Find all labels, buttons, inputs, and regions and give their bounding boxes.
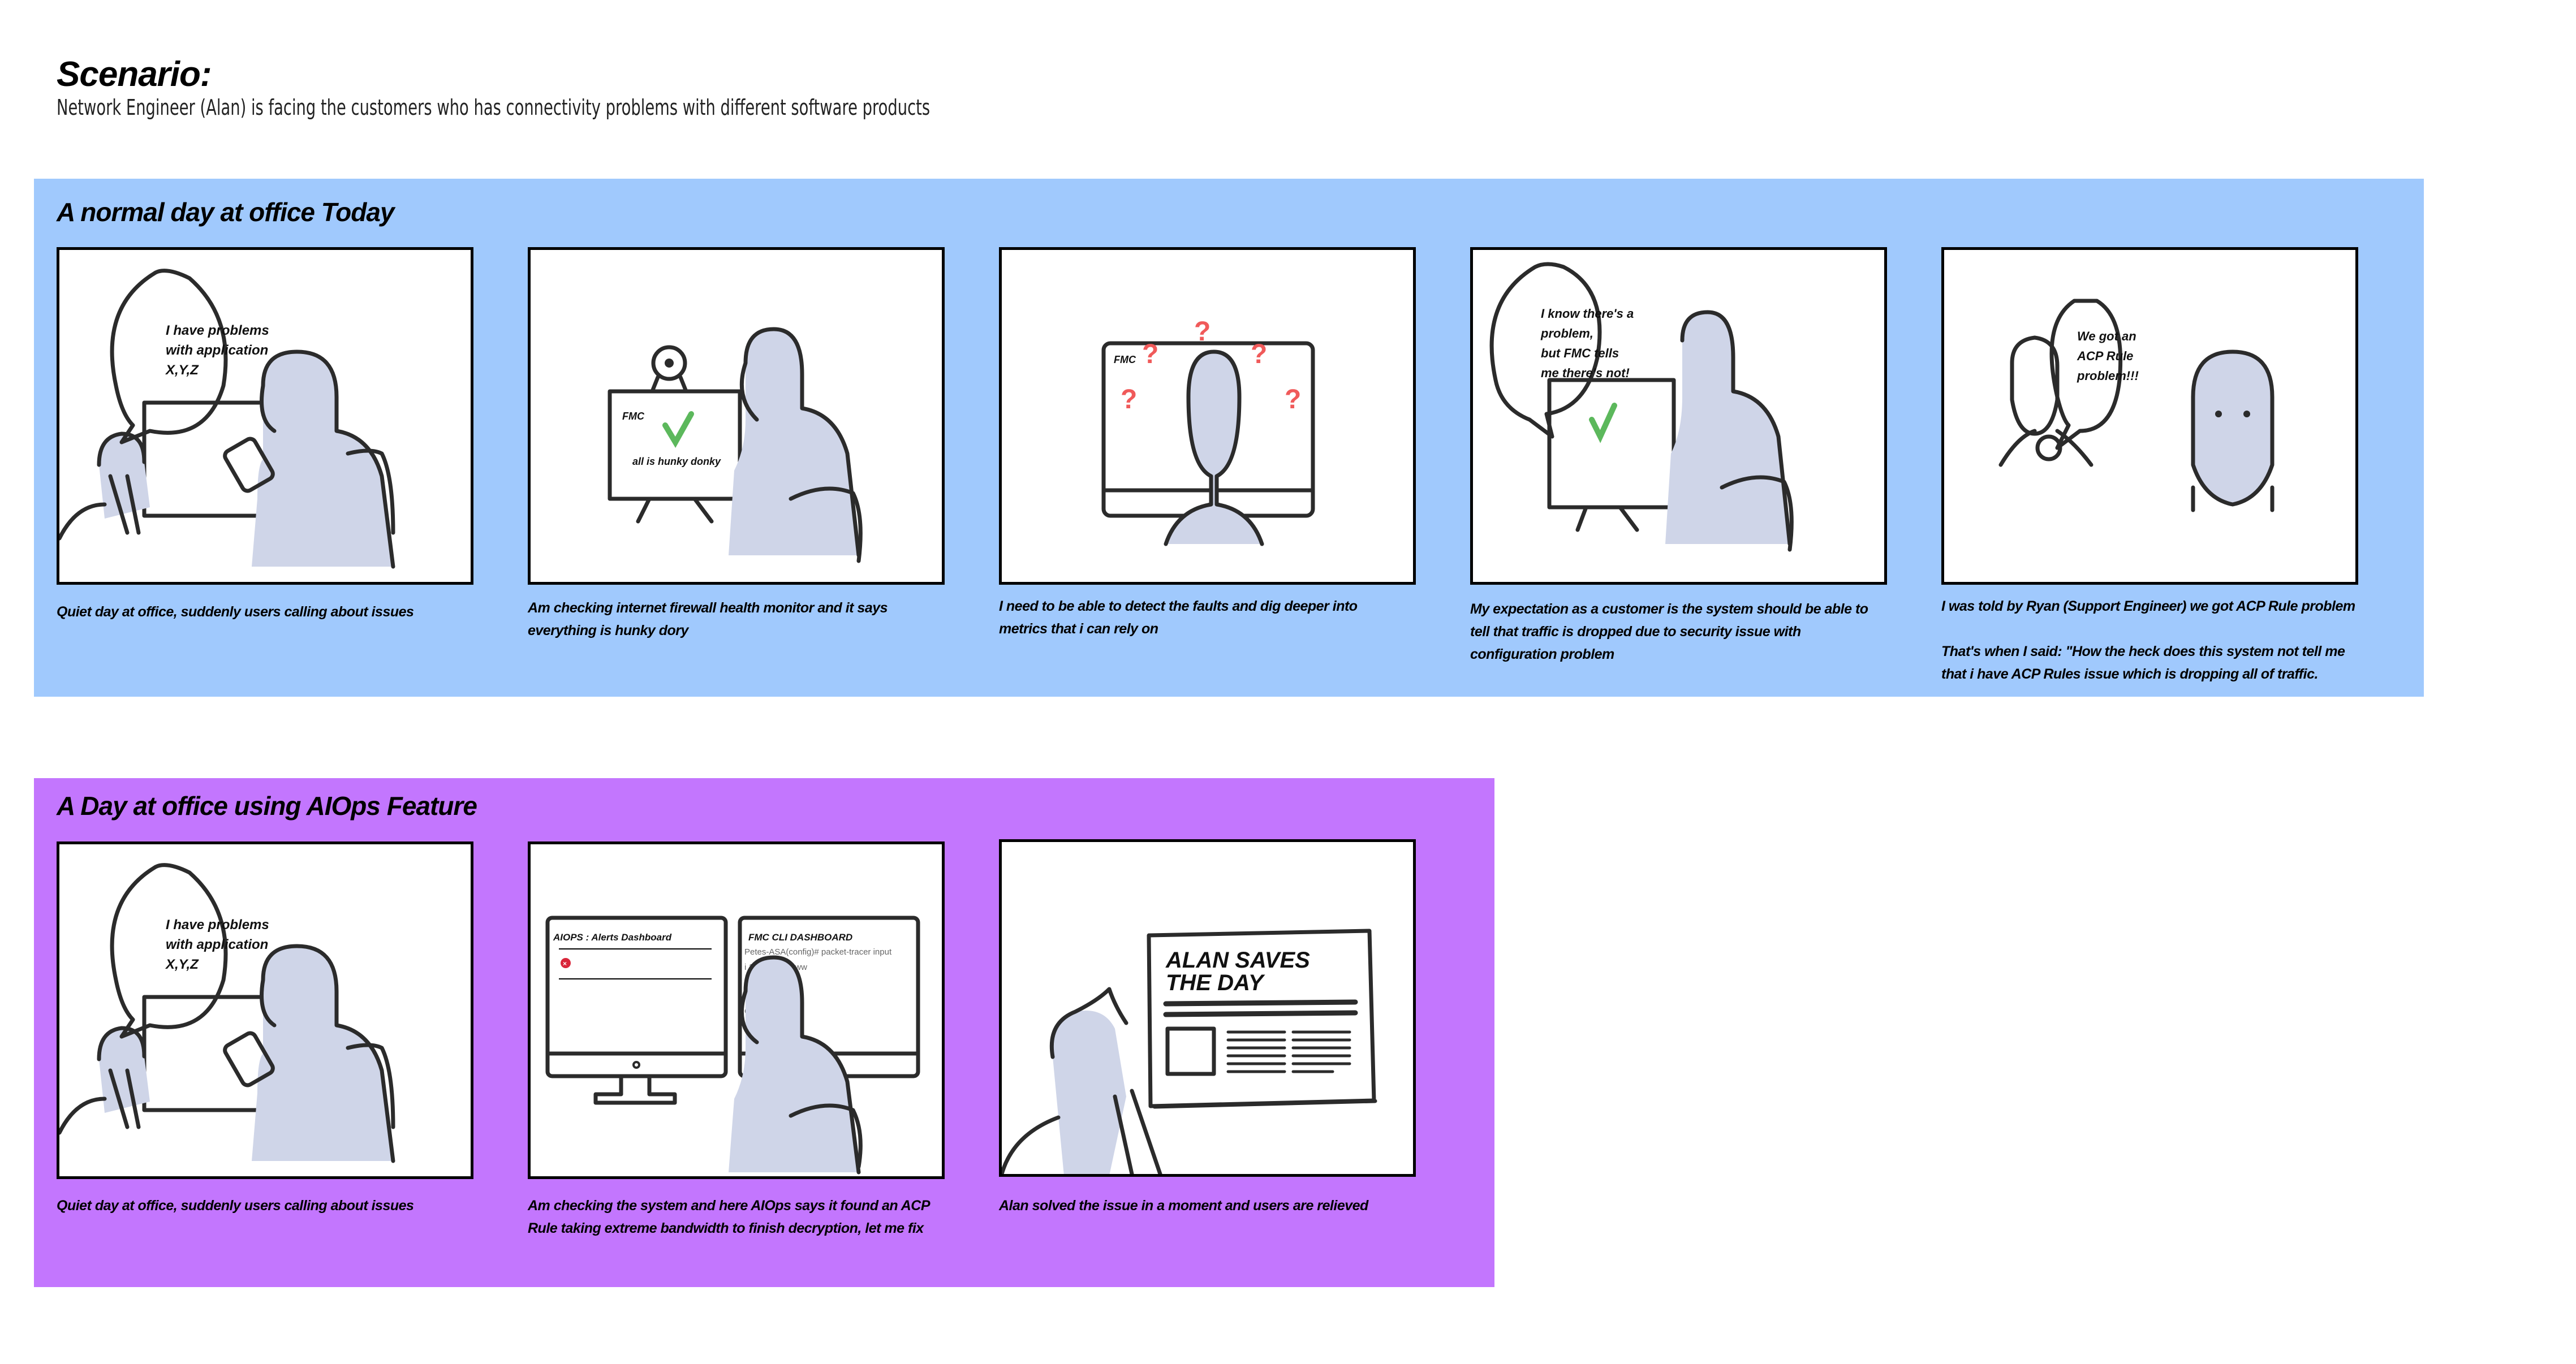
frustrated-customer-illustration: I know there's a problem, but FMC tells …	[1489, 262, 1794, 552]
storyboard-panel-7: AIOPS : Alerts Dashboard × FMC CLI DASHB…	[528, 841, 945, 1179]
alan-face-shade	[2193, 352, 2272, 504]
bubble-line: ACP Rule	[2077, 349, 2133, 363]
checkmark-icon	[1589, 403, 1617, 443]
section-title: A normal day at office Today	[57, 197, 395, 227]
storyboard-panel-1: I have problems with application X,Y,Z	[57, 247, 473, 585]
bubble-line: X,Y,Z	[165, 362, 199, 378]
bubble-line: X,Y,Z	[165, 957, 199, 972]
newspaper-illustration: ALAN SAVES THE DAY	[1002, 929, 1377, 1174]
svg-text:?: ?	[1285, 385, 1301, 415]
storyboard-panel-4: I know there's a problem, but FMC tells …	[1470, 247, 1887, 585]
headline-line: THE DAY	[1166, 970, 1265, 995]
bubble-line: We got an	[2077, 329, 2136, 343]
engineer-figure	[252, 352, 393, 567]
storyboard-panel-3: FMC ??? ??	[999, 247, 1416, 585]
storyboard-panel-6: I have problems with application X,Y,Z	[57, 841, 473, 1179]
confused-engineer-illustration: FMC ??? ??	[1101, 317, 1315, 546]
panel-caption: Alan solved the issue in a moment and us…	[999, 1198, 1368, 1214]
panel-caption: Am checking internet firewall health mon…	[528, 600, 888, 638]
storyboard-panel-8: ALAN SAVES THE DAY	[999, 839, 1416, 1177]
panel-caption: Am checking the system and here AIOps sa…	[528, 1198, 931, 1236]
screen-label: FMC	[622, 411, 645, 422]
dual-dashboard-illustration: AIOPS : Alerts Dashboard × FMC CLI DASHB…	[545, 916, 920, 1175]
customer-calling-illustration: I have problems with application X,Y,Z	[59, 863, 395, 1163]
svg-text:?: ?	[1251, 339, 1267, 369]
svg-text:?: ?	[1121, 385, 1137, 415]
monitor-icon	[142, 400, 277, 518]
bubble-line: I know there's a	[1541, 307, 1634, 321]
panel-caption: My expectation as a customer is the syst…	[1470, 601, 1868, 662]
bubble-line: me there's not!	[1541, 366, 1630, 380]
storyboard-panel-2: FMC all is hunky donky	[528, 247, 945, 585]
svg-text:?: ?	[1142, 339, 1158, 369]
checkmark-icon	[662, 411, 694, 448]
bubble-line: with application	[166, 343, 268, 358]
bubble-line: but FMC tells	[1541, 346, 1619, 360]
fmc-monitor-illustration: FMC all is hunky donky	[608, 327, 863, 563]
headline-line: ALAN SAVES	[1165, 948, 1310, 973]
panel-caption: I was told by Ryan (Support Engineer) we…	[1941, 598, 2355, 682]
scenario-title: Scenario:	[57, 55, 212, 94]
monitor-icon	[142, 995, 277, 1112]
bubble-line: problem,	[1540, 326, 1593, 340]
engineer-figure	[729, 329, 859, 555]
cli-dashboard-title: FMC CLI DASHBOARD	[748, 932, 852, 943]
bubble-line: I have problems	[166, 323, 269, 338]
bubble-line: problem!!!	[2077, 369, 2139, 383]
bubble-line: with application	[166, 937, 268, 952]
engineer-figure	[252, 946, 393, 1161]
panel-caption: I need to be able to detect the faults a…	[999, 598, 1358, 637]
scenario-subtitle: Network Engineer (Alan) is facing the cu…	[57, 95, 931, 120]
screen-label: FMC	[1114, 354, 1136, 365]
section-title: A Day at office using AIOps Feature	[57, 791, 477, 821]
panel-caption: Quiet day at office, suddenly users call…	[57, 1198, 414, 1214]
screen-text: all is hunky donky	[632, 456, 721, 467]
svg-text:Petes-ASA(config)# packet-trac: Petes-ASA(config)# packet-tracer input	[744, 947, 892, 957]
storyboard-panel-5: We got an ACP Rule problem!!!	[1941, 247, 2358, 585]
svg-text:×: ×	[563, 960, 567, 968]
support-engineer-illustration: We got an ACP Rule problem!!!	[1998, 299, 2275, 512]
bubble-line: I have problems	[166, 917, 269, 933]
svg-text:?: ?	[1194, 317, 1211, 347]
monitor-icon	[1547, 378, 1676, 510]
customer-calling-illustration: I have problems with application X,Y,Z	[59, 269, 395, 569]
engineer-figure	[1665, 312, 1790, 544]
panel-caption: Quiet day at office, suddenly users call…	[57, 604, 414, 620]
alan-figure	[1052, 1011, 1126, 1174]
aiops-dashboard-title: AIOPS : Alerts Dashboard	[553, 932, 672, 943]
